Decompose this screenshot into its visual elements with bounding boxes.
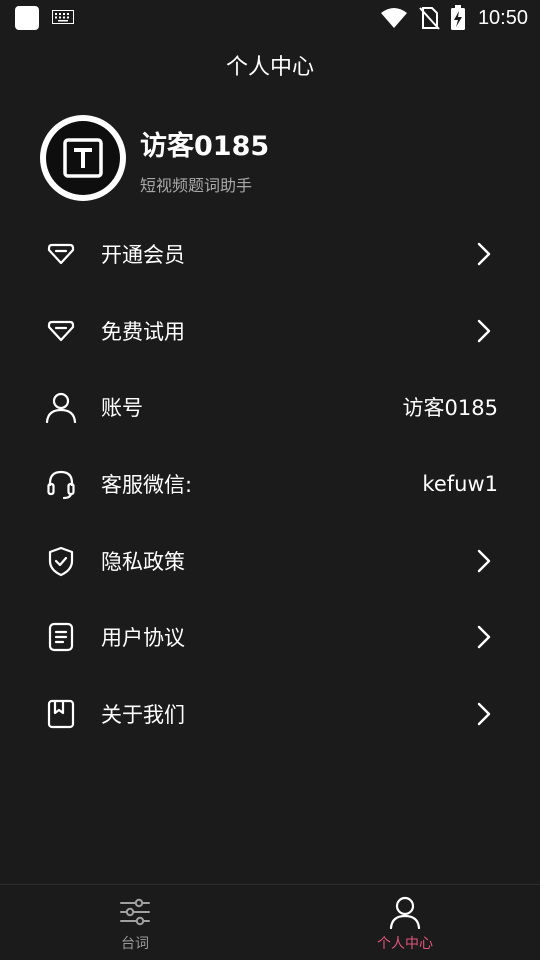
menu-item-about-us[interactable]: 关于我们 bbox=[0, 676, 540, 753]
keyboard-icon bbox=[52, 10, 74, 24]
tab-profile[interactable]: 个人中心 bbox=[270, 885, 540, 960]
document-icon bbox=[48, 623, 74, 652]
wifi-icon bbox=[380, 8, 407, 28]
shield-check-icon bbox=[48, 546, 74, 576]
menu-label: 账号 bbox=[101, 396, 143, 421]
sliders-icon bbox=[120, 898, 150, 926]
avatar[interactable] bbox=[40, 115, 126, 201]
menu-item-privacy-policy[interactable]: 隐私政策 bbox=[0, 522, 540, 599]
chevron-right-icon bbox=[477, 549, 491, 572]
wechat-value: kefuw1 bbox=[422, 472, 498, 497]
settings-menu: 开通会员 免费试用 账号 访客0185 客服微信: kefuw1 隐私政策 用户… bbox=[0, 216, 540, 752]
app-logo-t-icon bbox=[63, 138, 103, 178]
profile-screen: 10:50 个人中心 访客0185 短视频题词助手 开通会员 免费试用 账号 访… bbox=[0, 0, 540, 960]
status-time: 10:50 bbox=[477, 6, 528, 29]
menu-label: 开通会员 bbox=[101, 243, 185, 268]
user-subtitle: 短视频题词助手 bbox=[140, 176, 253, 195]
diamond-icon bbox=[47, 320, 75, 341]
status-bar: 10:50 bbox=[0, 0, 540, 36]
chevron-right-icon bbox=[477, 702, 491, 726]
menu-label: 隐私政策 bbox=[101, 549, 185, 574]
battery-charging-icon bbox=[450, 5, 465, 30]
menu-item-vip[interactable]: 开通会员 bbox=[0, 216, 540, 293]
user-icon bbox=[45, 393, 77, 424]
menu-label: 免费试用 bbox=[101, 319, 185, 344]
account-value: 访客0185 bbox=[402, 396, 498, 421]
menu-item-user-agreement[interactable]: 用户协议 bbox=[0, 599, 540, 676]
no-sim-icon bbox=[419, 7, 440, 30]
tab-lines[interactable]: 台词 bbox=[0, 885, 270, 960]
menu-label: 客服微信: bbox=[101, 473, 193, 498]
menu-label: 用户协议 bbox=[101, 626, 185, 651]
chevron-right-icon bbox=[477, 319, 491, 343]
app-square-icon bbox=[15, 6, 39, 30]
chevron-right-icon bbox=[477, 243, 491, 266]
tab-label: 台词 bbox=[121, 936, 149, 952]
user-icon bbox=[389, 896, 421, 929]
bookmark-box-icon bbox=[47, 699, 75, 728]
menu-label: 关于我们 bbox=[101, 702, 185, 727]
page-title: 个人中心 bbox=[225, 55, 314, 80]
username: 访客0185 bbox=[140, 131, 270, 162]
diamond-icon bbox=[47, 244, 75, 265]
headset-icon bbox=[47, 470, 75, 500]
menu-item-account[interactable]: 账号 访客0185 bbox=[0, 369, 540, 446]
status-indicators: 10:50 bbox=[380, 4, 528, 32]
tab-label: 个人中心 bbox=[377, 936, 433, 952]
bottom-nav: 台词 个人中心 bbox=[0, 884, 540, 960]
chevron-right-icon bbox=[477, 626, 491, 649]
menu-item-customer-service[interactable]: 客服微信: kefuw1 bbox=[0, 446, 540, 523]
menu-item-free-trial[interactable]: 免费试用 bbox=[0, 293, 540, 370]
